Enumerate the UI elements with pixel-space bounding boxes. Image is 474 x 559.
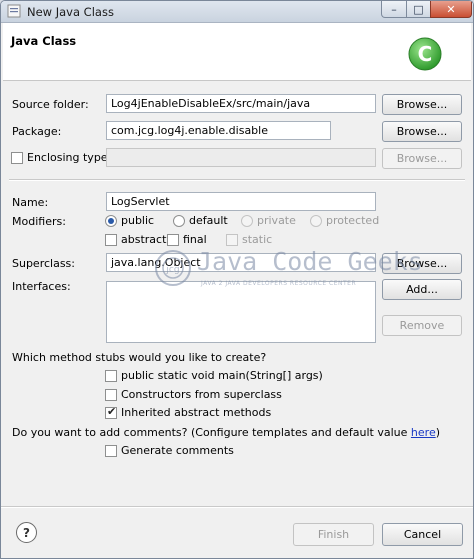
modifier-static-checkbox[interactable] bbox=[226, 234, 238, 246]
class-name-input[interactable]: LogServlet bbox=[106, 192, 376, 211]
modifier-abstract-checkbox[interactable] bbox=[105, 234, 117, 246]
maximize-icon: □ bbox=[413, 2, 424, 16]
banner-title: Java Class bbox=[11, 34, 77, 48]
generate-comments-checkbox[interactable] bbox=[105, 445, 117, 457]
add-interface-button[interactable]: Add... bbox=[382, 279, 462, 300]
modifier-public-label: public bbox=[121, 214, 155, 227]
source-folder-label: Source folder: bbox=[12, 98, 89, 111]
minimize-button[interactable]: – bbox=[381, 1, 407, 18]
modifier-protected-label: protected bbox=[326, 214, 380, 227]
stub-main-checkbox[interactable] bbox=[105, 370, 117, 382]
radio-selected-dot bbox=[108, 218, 114, 224]
close-button[interactable]: ✕ bbox=[430, 1, 472, 18]
modifier-default-radio[interactable] bbox=[173, 215, 185, 227]
help-icon: ? bbox=[23, 525, 30, 540]
package-browse-button[interactable]: Browse... bbox=[382, 121, 462, 142]
generate-comments-label: Generate comments bbox=[121, 444, 234, 457]
modifier-public-radio[interactable] bbox=[105, 215, 117, 227]
window-title: New Java Class bbox=[27, 5, 114, 19]
minimize-icon: – bbox=[391, 2, 397, 16]
comments-question: Do you want to add comments? (Configure … bbox=[12, 426, 440, 439]
modifier-abstract-label: abstract bbox=[121, 233, 167, 246]
superclass-browse-button[interactable]: Browse... bbox=[382, 253, 462, 274]
cancel-button[interactable]: Cancel bbox=[382, 523, 463, 546]
enclosing-type-label: Enclosing type: bbox=[27, 151, 112, 164]
modifier-final-label: final bbox=[183, 233, 207, 246]
class-wizard-icon: C bbox=[408, 37, 442, 71]
new-java-class-dialog: New Java Class – □ ✕ Java Class C Source… bbox=[0, 0, 474, 559]
remove-interface-button[interactable]: Remove bbox=[382, 315, 462, 336]
package-label: Package: bbox=[12, 125, 62, 138]
close-icon: ✕ bbox=[446, 2, 456, 16]
stub-constructors-label: Constructors from superclass bbox=[121, 388, 282, 401]
help-button[interactable]: ? bbox=[16, 522, 37, 543]
modifier-final-checkbox[interactable] bbox=[167, 234, 179, 246]
modifier-private-label: private bbox=[257, 214, 296, 227]
modifier-static-label: static bbox=[242, 233, 273, 246]
stub-constructors-checkbox[interactable] bbox=[105, 389, 117, 401]
stub-inherited-label: Inherited abstract methods bbox=[121, 406, 272, 419]
name-label: Name: bbox=[12, 196, 49, 209]
checkmark-icon: ✔ bbox=[107, 405, 117, 418]
comments-question-text: Do you want to add comments? (Configure … bbox=[12, 426, 411, 439]
enclosing-type-checkbox[interactable] bbox=[11, 152, 23, 164]
eclipse-app-icon bbox=[7, 4, 21, 18]
finish-button[interactable]: Finish bbox=[293, 523, 374, 546]
modifier-default-label: default bbox=[189, 214, 228, 227]
interfaces-label: Interfaces: bbox=[12, 280, 71, 293]
footer-separator bbox=[1, 506, 473, 508]
maximize-button[interactable]: □ bbox=[406, 1, 431, 18]
modifier-private-radio[interactable] bbox=[241, 215, 253, 227]
stub-inherited-checkbox[interactable]: ✔ bbox=[105, 405, 117, 419]
comments-question-end: ) bbox=[435, 426, 441, 439]
interfaces-list[interactable] bbox=[106, 281, 376, 343]
wizard-banner: Java Class C bbox=[3, 23, 471, 81]
method-stubs-question: Which method stubs would you like to cre… bbox=[12, 351, 267, 364]
source-folder-browse-button[interactable]: Browse... bbox=[382, 94, 462, 115]
package-input[interactable]: com.jcg.log4j.enable.disable bbox=[106, 121, 331, 140]
enclosing-type-input[interactable] bbox=[106, 148, 376, 167]
enclosing-type-browse-button[interactable]: Browse... bbox=[382, 148, 462, 169]
superclass-label: Superclass: bbox=[12, 257, 75, 270]
configure-templates-link[interactable]: here bbox=[411, 426, 436, 439]
separator bbox=[9, 179, 465, 181]
title-bar: New Java Class – □ ✕ bbox=[1, 1, 473, 23]
source-folder-input[interactable]: Log4jEnableDisableEx/src/main/java bbox=[106, 94, 376, 113]
wizard-icon-letter: C bbox=[418, 42, 433, 66]
modifiers-label: Modifiers: bbox=[12, 215, 66, 228]
modifier-protected-radio[interactable] bbox=[310, 215, 322, 227]
superclass-input[interactable]: java.lang.Object bbox=[106, 253, 376, 272]
stub-main-label: public static void main(String[] args) bbox=[121, 369, 323, 382]
